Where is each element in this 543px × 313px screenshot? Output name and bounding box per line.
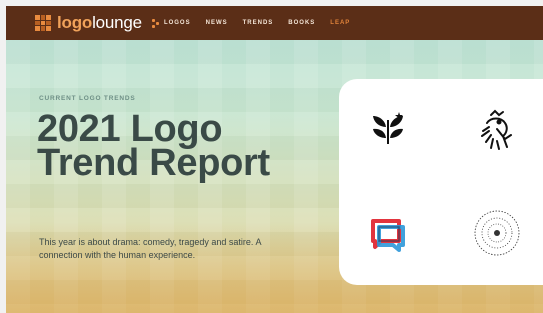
logo-wordmark-part2: lounge: [92, 13, 142, 32]
heraldic-lion-logo-icon[interactable]: [477, 109, 517, 151]
site-logo-wordmark[interactable]: logolounge: [57, 13, 142, 33]
logolounge-logo-icon[interactable]: [35, 15, 51, 31]
main-nav-menu: LOGOS NEWS TRENDS BOOKS LEAP: [164, 20, 365, 26]
top-navigation-bar: logolounge LOGOS NEWS TRENDS BOOKS LEAP: [6, 6, 543, 40]
nav-item-leap[interactable]: LEAP: [330, 20, 350, 26]
hero-description: This year is about drama: comedy, traged…: [39, 237, 261, 260]
circular-seal-logo-icon[interactable]: [473, 209, 521, 257]
leaf-plant-logo-icon[interactable]: [369, 112, 407, 146]
menu-dots-icon[interactable]: [151, 18, 160, 28]
section-eyebrow: CURRENT LOGO TRENDS: [39, 95, 136, 102]
nav-item-trends[interactable]: TRENDS: [243, 20, 274, 26]
nav-item-news[interactable]: NEWS: [206, 20, 228, 26]
page-title[interactable]: 2021 Logo Trend Report: [37, 110, 297, 182]
browser-viewport: logolounge LOGOS NEWS TRENDS BOOKS LEAP …: [6, 6, 543, 313]
logo-wordmark-part1: logo: [57, 13, 93, 32]
logo-gallery-card[interactable]: [339, 79, 543, 285]
chat-bubble-logo-icon[interactable]: [369, 215, 407, 253]
nav-item-logos[interactable]: LOGOS: [164, 20, 191, 26]
nav-item-books[interactable]: BOOKS: [288, 20, 315, 26]
